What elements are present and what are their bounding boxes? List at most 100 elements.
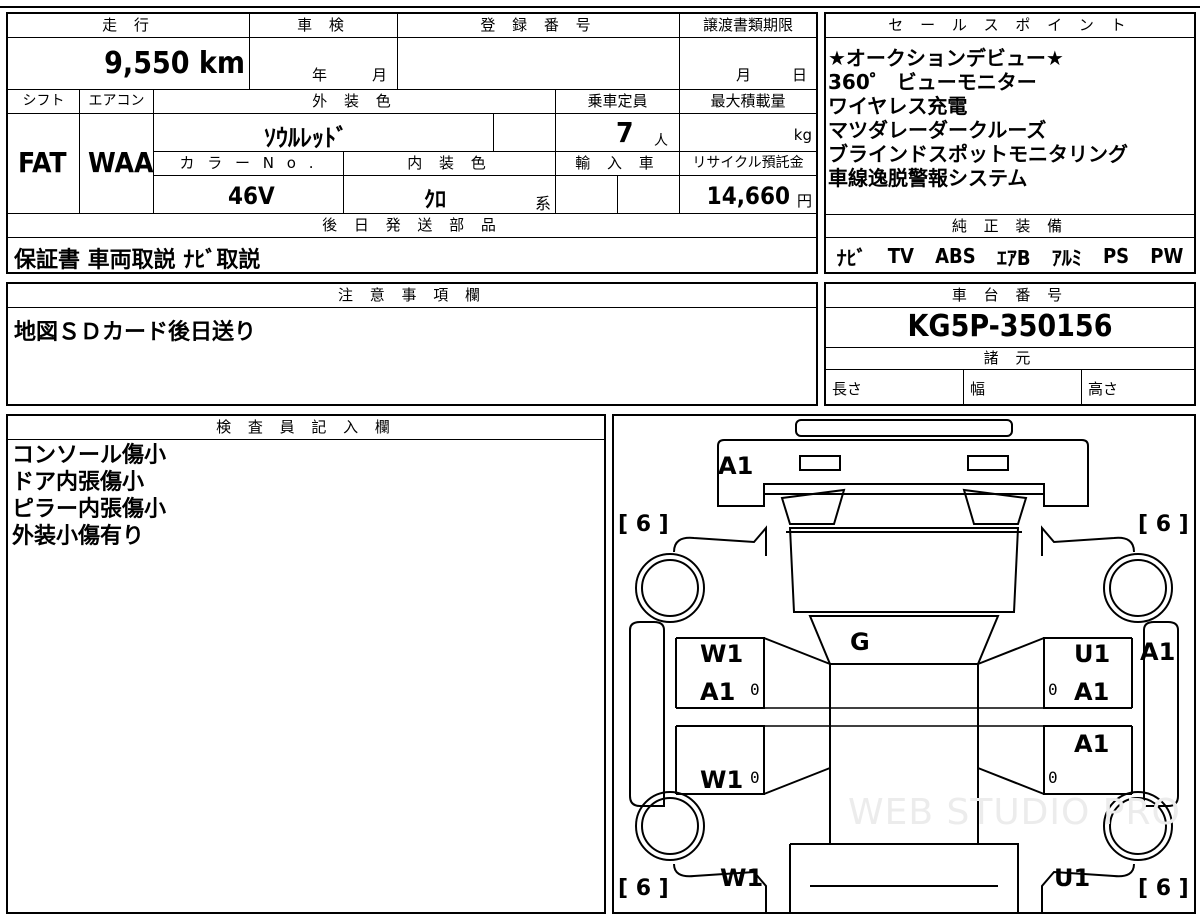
inspector-header: 検 査 員 記 入 欄 <box>8 416 604 440</box>
equipment-item: PW <box>1150 244 1184 268</box>
watermark-text: WEB STUDIO PRO <box>848 792 1181 833</box>
equipment-item: ﾅﾋﾞ <box>836 245 867 270</box>
left-rear-zero-mark: 0 <box>750 768 760 787</box>
tire-left-front-label: [ 6 ] <box>618 512 669 537</box>
sales-point-box: セ ー ル ス ポ イ ン ト ★オークションデビュー★ 360゜ ビューモニタ… <box>824 12 1196 274</box>
tire-left-rear-label: [ 6 ] <box>618 876 669 901</box>
import-header: 輸 入 車 <box>556 152 680 176</box>
sales-point-header: セ ー ル ス ポ イ ン ト <box>826 14 1194 38</box>
capacity-value: 7 <box>616 116 634 149</box>
deferred-parts-header: 後 日 発 送 部 品 <box>8 214 816 238</box>
mileage-cell: 9,550 km <box>8 38 250 90</box>
recycle-header: リサイクル預託金 <box>680 152 816 176</box>
inspector-line: ピラー内張傷小 <box>12 497 167 522</box>
inspection-year-unit: 年 <box>312 66 328 84</box>
color-no-value: 46V <box>228 182 275 210</box>
left-front-zero-mark: 0 <box>750 680 760 699</box>
inspection-header: 車 検 <box>250 14 398 38</box>
notes-text: 地図ＳＤカード後日送り <box>14 320 257 345</box>
shift-value: FAT <box>18 146 67 179</box>
equipment-item: TV <box>887 244 914 268</box>
capacity-cell: 7 人 <box>556 114 680 152</box>
height-label: 高さ <box>1088 380 1119 398</box>
inspector-lines: コンソール傷小 ドア内張傷小 ピラー内張傷小 外装小傷有り <box>12 442 166 550</box>
windshield-damage: G <box>850 628 870 656</box>
right-rear-door-damage: A1 <box>1074 730 1110 758</box>
equipment-item: ｴｱB <box>996 245 1031 270</box>
tire-right-rear-label: [ 6 ] <box>1138 876 1189 901</box>
transfer-deadline-cell: 月 日 <box>680 38 816 90</box>
recycle-value: 14,660 <box>706 182 790 210</box>
chassis-number-cell: KG5P-350156 <box>826 308 1194 348</box>
height-cell: 高さ <box>1082 370 1194 404</box>
registration-header: 登 録 番 号 <box>398 14 680 38</box>
right-front-zero-mark: 0 <box>1048 680 1058 699</box>
spec-header: 諸 元 <box>826 348 1194 370</box>
left-rear-door-damage: W1 <box>700 766 744 794</box>
tire-right-front-label: [ 6 ] <box>1138 512 1189 537</box>
transfer-month-unit: 月 <box>736 66 752 84</box>
notes-header: 注 意 事 項 欄 <box>8 284 816 308</box>
sales-point-list: ★オークションデビュー★ 360゜ ビューモニター ワイヤレス充電 マツダレーダ… <box>828 46 1194 190</box>
chassis-box: 車 台 番 号 KG5P-350156 諸 元 長さ 幅 高さ <box>824 282 1196 406</box>
equipment-item: ABS <box>935 244 976 268</box>
interior-color-suffix: 系 <box>534 194 551 213</box>
max-load-unit: kg <box>793 126 812 144</box>
equipment-list: ﾅﾋﾞ TV ABS ｴｱB ｱﾙﾐ PS PW <box>826 240 1194 272</box>
spec-box: 走 行 車 検 登 録 番 号 譲渡書類期限 9,550 km 年 月 月 日 … <box>6 12 818 274</box>
deferred-parts-cell: 保証書 車両取説 ﾅﾋﾞ取説 <box>8 238 816 273</box>
car-diagram-box: [ 6 ] [ 6 ] [ 6 ] [ 6 ] A1 G W1 A1 0 W1 … <box>612 414 1196 914</box>
aircon-header: エアコン <box>80 90 154 114</box>
sales-point-item: 車線逸脱警報システム <box>828 166 1028 190</box>
equipment-item: ｱﾙﾐ <box>1051 245 1082 270</box>
mileage-header: 走 行 <box>8 14 250 38</box>
left-front-door-damage-1: W1 <box>700 640 744 668</box>
interior-color-header: 内 装 色 <box>344 152 556 176</box>
interior-color-value: ｸﾛ <box>424 188 447 213</box>
left-rear-fender-damage: W1 <box>720 864 764 892</box>
length-cell: 長さ <box>826 370 964 404</box>
recycle-unit: 円 <box>796 192 812 210</box>
inspection-month-unit: 月 <box>372 66 388 84</box>
max-load-header: 最大積載量 <box>680 90 816 114</box>
left-front-door-damage-2: A1 <box>700 678 736 706</box>
capacity-unit: 人 <box>654 133 668 149</box>
right-front-door-damage-2: A1 <box>1074 678 1110 706</box>
aircon-value: WAA <box>88 146 154 179</box>
inspector-line: 外装小傷有り <box>12 524 145 549</box>
width-cell: 幅 <box>964 370 1082 404</box>
equipment-header: 純 正 装 備 <box>826 214 1194 238</box>
sales-point-item: ブラインドスポットモニタリング <box>828 142 1128 166</box>
equipment-item: PS <box>1102 244 1130 268</box>
interior-color-cell: ｸﾛ 系 <box>344 176 556 214</box>
right-front-door-damage-1: U1 <box>1074 640 1111 668</box>
sales-point-item: ★オークションデビュー★ <box>828 46 1064 70</box>
registration-cell <box>398 38 680 90</box>
inspector-line: ドア内張傷小 <box>12 470 145 495</box>
import-cell-1 <box>556 176 618 214</box>
chassis-number: KG5P-350156 <box>907 309 1113 344</box>
chassis-header: 車 台 番 号 <box>826 284 1194 308</box>
inspector-line: コンソール傷小 <box>12 443 167 468</box>
transfer-day-unit: 日 <box>792 66 808 84</box>
right-rear-fender-damage: U1 <box>1054 864 1091 892</box>
exterior-color-extra-cell <box>494 114 556 152</box>
shift-header: シフト <box>8 90 80 114</box>
top-strip <box>0 0 1200 8</box>
recycle-cell: 14,660 円 <box>680 176 816 214</box>
aircon-cell: WAA <box>80 114 154 214</box>
sales-point-item: 360゜ ビューモニター <box>828 70 1037 94</box>
sales-point-item: マツダレーダークルーズ <box>828 118 1047 142</box>
exterior-color-header: 外 装 色 <box>154 90 556 114</box>
color-no-header: カ ラ ー N o . <box>154 152 344 176</box>
width-label: 幅 <box>970 380 986 398</box>
shift-cell: FAT <box>8 114 80 214</box>
sales-point-item: ワイヤレス充電 <box>828 94 968 118</box>
color-no-cell: 46V <box>154 176 344 214</box>
right-rear-zero-mark: 0 <box>1048 768 1058 787</box>
capacity-header: 乗車定員 <box>556 90 680 114</box>
inspection-cell: 年 月 <box>250 38 398 90</box>
exterior-color-cell: ｿｳﾙﾚｯﾄﾞ <box>154 114 494 152</box>
mileage-value: 9,550 km <box>104 46 245 81</box>
exterior-color-value: ｿｳﾙﾚｯﾄﾞ <box>264 124 348 152</box>
